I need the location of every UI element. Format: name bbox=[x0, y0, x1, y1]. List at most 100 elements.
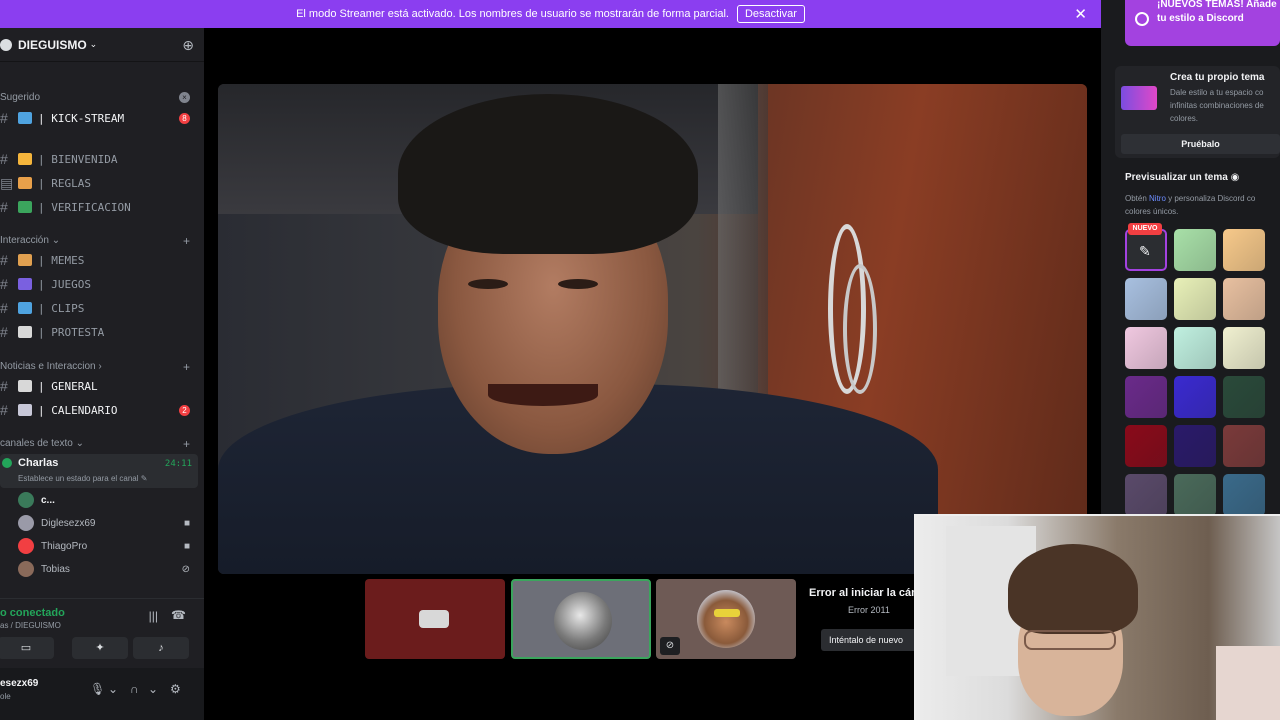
theme-swatch[interactable] bbox=[1174, 474, 1216, 516]
avatar bbox=[697, 590, 755, 648]
channel-verificacion[interactable]: # | VERIFICACION bbox=[0, 196, 196, 218]
invite-user-icon[interactable]: ⊕ bbox=[182, 37, 194, 54]
participant-tile-selected[interactable] bbox=[511, 579, 651, 659]
theme-swatch[interactable] bbox=[1125, 425, 1167, 467]
retry-button[interactable]: Inténtalo de nuevo bbox=[821, 629, 921, 651]
theme-swatch[interactable] bbox=[1125, 278, 1167, 320]
channel-general[interactable]: # | GENERAL bbox=[0, 375, 196, 397]
channel-memes[interactable]: # | MEMES bbox=[0, 249, 196, 271]
participant-tile[interactable]: ⊘ bbox=[656, 579, 796, 659]
theme-swatch[interactable] bbox=[1223, 278, 1265, 320]
mic-muted-icon: ⊘ bbox=[181, 563, 190, 575]
disable-streamer-button[interactable]: Desactivar bbox=[736, 5, 805, 23]
theme-swatch[interactable] bbox=[1125, 327, 1167, 369]
voice-channel-charlas[interactable]: Charlas 24:11 Establece un estado para e… bbox=[0, 454, 198, 488]
chevron-down-icon[interactable]: ⌄ bbox=[148, 682, 158, 696]
server-icon bbox=[0, 38, 12, 51]
chevron-down-icon: ⌄ bbox=[51, 235, 61, 246]
voice-connected-label: o conectado bbox=[0, 607, 65, 619]
theme-swatch[interactable] bbox=[1223, 425, 1265, 467]
category-sugerido[interactable]: Sugerido × bbox=[0, 92, 196, 103]
channel-juegos[interactable]: # | JUEGOS bbox=[0, 273, 196, 295]
hash-icon: # bbox=[0, 252, 8, 268]
channel-reglas[interactable]: ▤ | REGLAS bbox=[0, 172, 196, 194]
hash-icon: # bbox=[0, 324, 8, 340]
app-window: El modo Streamer está activado. Los nomb… bbox=[0, 0, 1280, 720]
screen-share-button[interactable]: ▭ bbox=[0, 637, 54, 659]
channel-emoji-icon bbox=[18, 404, 32, 416]
voice-connected-sub[interactable]: as / DIEGUISMO bbox=[0, 621, 61, 630]
custom-theme-swatch[interactable]: ✎ bbox=[1125, 229, 1167, 271]
channel-calendario[interactable]: # | CALENDARIO 2 bbox=[0, 399, 196, 421]
category-noticias[interactable]: Noticias e Interaccion › + bbox=[0, 360, 196, 374]
disconnect-icon[interactable]: ☎ bbox=[171, 608, 186, 622]
unread-badge: 2 bbox=[179, 404, 190, 416]
theme-swatch[interactable] bbox=[1174, 376, 1216, 418]
camera-icon: ■ bbox=[183, 517, 190, 529]
camera-error-code: Error 2011 bbox=[848, 605, 890, 615]
camera-error-title: Error al iniciar la cám bbox=[809, 587, 921, 599]
add-channel-icon[interactable]: + bbox=[183, 360, 190, 374]
close-icon[interactable]: ✕ bbox=[1074, 5, 1087, 23]
hash-icon: # bbox=[0, 300, 8, 316]
soundboard-button[interactable]: ♪ bbox=[133, 637, 189, 659]
gear-icon[interactable]: ⚙ bbox=[170, 682, 181, 696]
theme-swatch[interactable] bbox=[1125, 474, 1167, 516]
promo-text: ¡NUEVOS TEMAS! Añade tu estilo a Discord bbox=[1157, 0, 1277, 24]
theme-swatch[interactable] bbox=[1223, 327, 1265, 369]
channel-kick-stream[interactable]: # | KICK-STREAM 8 bbox=[0, 107, 196, 129]
category-interaccion[interactable]: Interacción ⌄ + bbox=[0, 234, 196, 248]
theme-swatch[interactable] bbox=[1125, 376, 1167, 418]
chevron-down-icon[interactable]: ⌄ bbox=[108, 682, 118, 696]
voice-user[interactable]: Tobias ⊘ bbox=[18, 559, 196, 579]
category-canales-texto[interactable]: canales de texto ⌄ + bbox=[0, 437, 196, 451]
category-label: Sugerido bbox=[0, 92, 41, 103]
streamer-webcam-overlay bbox=[914, 514, 1280, 720]
new-themes-promo[interactable]: ¡NUEVOS TEMAS! Añade tu estilo a Discord bbox=[1125, 0, 1280, 46]
noise-suppression-icon[interactable]: ||| bbox=[149, 609, 158, 623]
activities-button[interactable]: ✦ bbox=[72, 637, 128, 659]
camera-icon: ■ bbox=[183, 540, 190, 552]
channel-emoji-icon bbox=[18, 201, 32, 213]
voice-user[interactable]: Diglesezx69 ■ bbox=[18, 513, 196, 533]
theme-swatch[interactable] bbox=[1174, 229, 1216, 271]
voice-user[interactable]: ThiagoPro ■ bbox=[18, 536, 196, 556]
user-panel: esezx69 ole 🎙 ⌄ ∩ ⌄ ⚙ bbox=[0, 668, 204, 720]
voice-timer: 24:11 bbox=[164, 459, 192, 469]
server-header[interactable]: DIEGUISMO ⌄ ⊕ bbox=[0, 28, 204, 62]
theme-swatch[interactable] bbox=[1174, 327, 1216, 369]
theme-swatch[interactable] bbox=[1223, 229, 1265, 271]
video-camera-icon bbox=[419, 610, 449, 628]
add-channel-icon[interactable]: + bbox=[183, 437, 190, 451]
channel-clips[interactable]: # | CLIPS bbox=[0, 297, 196, 319]
nitro-link[interactable]: Nitro bbox=[1149, 194, 1166, 203]
chevron-right-icon: › bbox=[98, 361, 102, 372]
theme-swatch[interactable] bbox=[1174, 425, 1216, 467]
dismiss-icon[interactable]: × bbox=[179, 92, 190, 103]
streamer-mode-banner: El modo Streamer está activado. Los nomb… bbox=[0, 0, 1101, 28]
channel-sidebar: DIEGUISMO ⌄ ⊕ Sugerido × # | KICK-STREAM… bbox=[0, 28, 204, 720]
theme-swatch[interactable] bbox=[1223, 474, 1265, 516]
try-it-button[interactable]: Pruébalo bbox=[1121, 134, 1280, 154]
user-name[interactable]: esezx69 bbox=[0, 678, 38, 689]
channel-protesta[interactable]: # | PROTESTA bbox=[0, 321, 196, 343]
theme-swatch[interactable] bbox=[1223, 376, 1265, 418]
channel-emoji-icon bbox=[18, 254, 32, 266]
participant-tile-camera-off[interactable] bbox=[365, 579, 505, 659]
mic-muted-icon: ⊘ bbox=[660, 637, 680, 655]
theme-swatch[interactable] bbox=[1174, 278, 1216, 320]
nitro-icon: ◉ bbox=[1230, 172, 1240, 183]
channel-name: | JUEGOS bbox=[38, 277, 91, 291]
add-channel-icon[interactable]: + bbox=[183, 234, 190, 248]
voice-user[interactable]: c... bbox=[18, 490, 196, 510]
headphones-icon[interactable]: ∩ bbox=[130, 682, 139, 696]
banner-text: El modo Streamer está activado. Los nomb… bbox=[296, 8, 729, 20]
main-video-feed[interactable] bbox=[218, 84, 1087, 574]
voice-user-name: c... bbox=[41, 494, 55, 506]
hash-icon: # bbox=[0, 199, 8, 215]
voice-status[interactable]: Establece un estado para el canal ✎ bbox=[18, 474, 147, 483]
channel-bienvenida[interactable]: # | BIENVENIDA bbox=[0, 148, 196, 170]
mic-icon[interactable]: 🎙 bbox=[90, 682, 105, 696]
voice-user-name: Tobias bbox=[41, 563, 70, 575]
hash-icon: # bbox=[0, 276, 8, 292]
